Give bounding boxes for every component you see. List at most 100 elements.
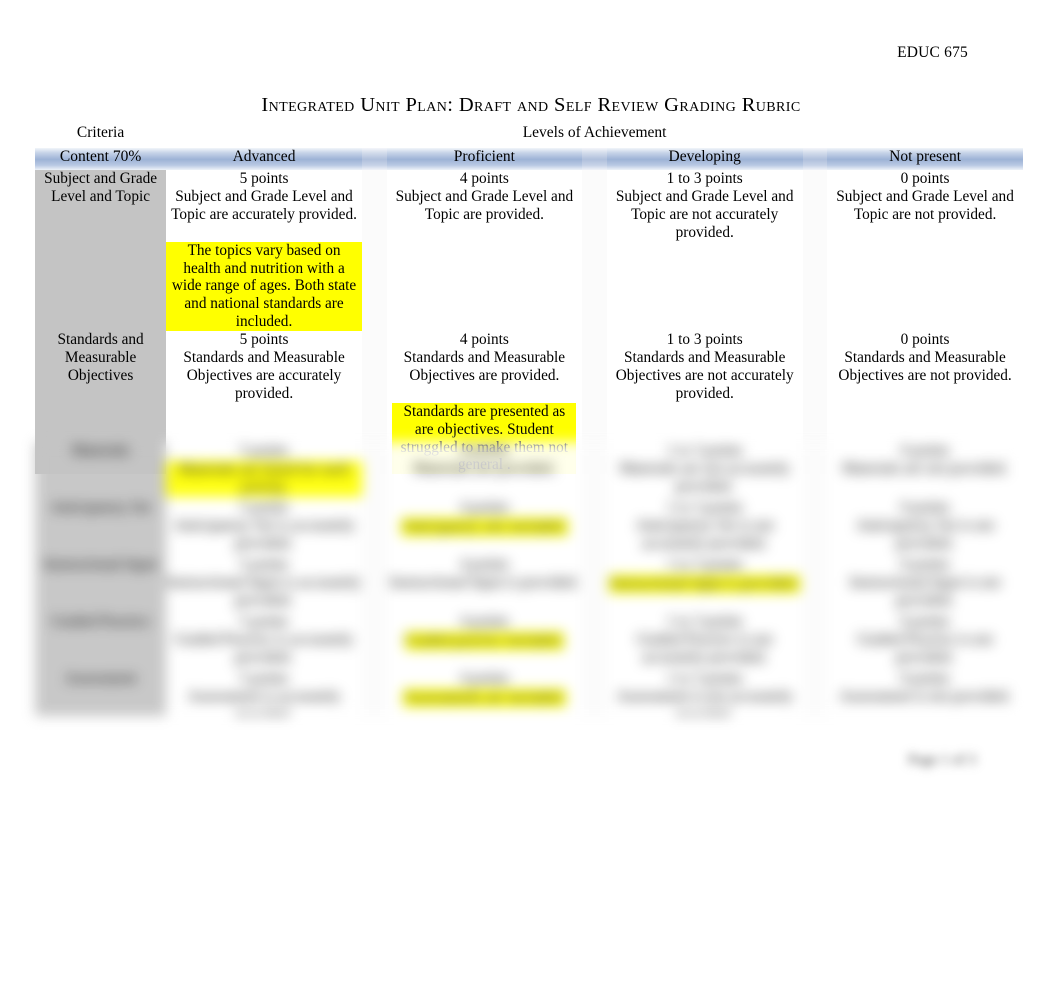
points-label: 4 points — [459, 331, 509, 349]
criterion-description: Instructional Input is provided. — [389, 573, 580, 591]
rubric-table: Criteria Levels of Achievement Content 7… — [35, 124, 1023, 475]
level-header-advanced: Advanced — [166, 148, 362, 170]
criterion-label: Instructional Input — [35, 556, 167, 613]
column-spacer — [802, 442, 828, 499]
points-label: 0 points — [900, 331, 950, 349]
points-label: 1 to 3 points — [666, 556, 743, 573]
points-label: 5 points — [239, 670, 289, 687]
column-spacer — [802, 556, 828, 613]
level-header-proficient: Proficient — [386, 148, 583, 170]
table-row-obscured: Anticipatory Set 5 points Anticipatory S… — [35, 499, 1023, 556]
column-spacer — [802, 670, 828, 716]
criterion-description: Standards and Measurable Objectives are … — [615, 349, 794, 402]
criterion-description: Materials are not provided. — [842, 459, 1008, 477]
rubric-cell-developing: 1 to 3 points Anticipatory Set is not ac… — [606, 499, 803, 556]
instructor-comment: Assessments are included. — [402, 688, 566, 707]
rubric-cell-developing: 1 to 3 points Assessment is not accurate… — [606, 670, 803, 716]
criterion-description: Instructional Input is accurately provid… — [166, 573, 362, 609]
column-spacer — [802, 613, 828, 670]
table-row-obscured: Materials 5 points Materials are listed … — [35, 442, 1023, 499]
rubric-cell-advanced: 5 points Subject and Grade Level and Top… — [166, 170, 362, 332]
column-spacer — [802, 499, 828, 556]
column-spacer — [361, 170, 387, 332]
points-label: 0 points — [900, 613, 950, 630]
achievement-band-row: Content 70% Advanced Proficient Developi… — [35, 148, 1023, 170]
rubric-cell-proficient: 4 points Subject and Grade Level and Top… — [386, 170, 583, 332]
rubric-cell-not-present: 0 points Subject and Grade Level and Top… — [827, 170, 1023, 332]
criterion-description: Materials are provided. — [413, 459, 556, 477]
rubric-cell-not-present: 0 points Materials are not provided. — [827, 442, 1023, 499]
points-label: 1 to 3 points — [666, 331, 743, 349]
table-row-obscured: Instructional Input 5 points Instruction… — [35, 556, 1023, 613]
column-spacer — [582, 442, 607, 499]
points-label: 0 points — [900, 442, 950, 459]
rubric-cell-developing: 1 to 3 points Materials are not accurate… — [606, 442, 803, 499]
criteria-header: Criteria — [35, 124, 167, 148]
rubric-cell-advanced: 5 points Instructional Input is accurate… — [166, 556, 362, 613]
criterion-description: Guided Practice is not accurately provid… — [636, 630, 773, 666]
criterion-label: Guided Practice — [35, 613, 167, 670]
points-label: 4 points — [459, 170, 509, 187]
criterion-label: Subject and Grade Level and Topic — [35, 170, 167, 332]
criterion-description: Assessment is not accurately provided. — [616, 687, 793, 716]
rubric-cell-proficient: 4 points Instructional Input is provided… — [386, 556, 583, 613]
points-label: 4 points — [459, 613, 509, 630]
points-label: 5 points — [239, 499, 289, 516]
rubric-cell-not-present: 0 points Instructional Input is not prov… — [827, 556, 1023, 613]
column-spacer — [361, 499, 387, 556]
rubric-cell-not-present: 0 points Anticipatory Set is not provide… — [827, 499, 1023, 556]
points-label: 4 points — [459, 670, 509, 687]
points-label: 1 to 3 points — [666, 170, 743, 187]
points-label: 0 points — [900, 556, 950, 573]
rubric-cell-advanced: 5 points Materials are listed for each a… — [166, 442, 362, 499]
rubric-cell-developing: 1 to 3 points Instructional input is pro… — [606, 556, 803, 613]
rubric-cell-not-present: 0 points Assessment is not provided. — [827, 670, 1023, 716]
points-label: 0 points — [900, 670, 950, 687]
table-header-row: Criteria Levels of Achievement — [35, 124, 1023, 148]
criterion-label: Materials — [35, 442, 167, 499]
level-header-not-present: Not present — [827, 148, 1023, 170]
column-spacer — [582, 170, 607, 332]
criterion-description: Anticipatory Set is not provided. — [856, 516, 995, 552]
points-label: 4 points — [459, 499, 509, 516]
criterion-description: Assessment is accurately provided. — [187, 687, 341, 716]
criterion-description: Subject and Grade Level and Topic are ac… — [171, 187, 357, 223]
criterion-description: Materials are not accurately provided. — [619, 459, 790, 495]
criterion-description: Subject and Grade Level and Topic are pr… — [395, 187, 574, 223]
points-label: 4 points — [459, 442, 509, 459]
column-spacer — [802, 170, 828, 332]
rubric-cell-proficient: 4 points Guided practice included. — [386, 613, 583, 670]
levels-of-achievement-header: Levels of Achievement — [166, 124, 1023, 148]
column-spacer — [582, 670, 607, 716]
criterion-description: Anticipatory Set is accurately provided. — [173, 516, 355, 552]
instructor-comment: Guided practice included. — [404, 631, 565, 650]
instructor-comment: The topics vary based on health and nutr… — [166, 241, 362, 332]
column-spacer — [361, 670, 387, 716]
content-weight-label: Content 70% — [35, 148, 167, 170]
points-label: 0 points — [900, 170, 950, 187]
rubric-cell-proficient: 4 points Anticipatory sets included. — [386, 499, 583, 556]
column-spacer — [582, 613, 607, 670]
rubric-cell-developing: 1 to 3 points Subject and Grade Level an… — [606, 170, 803, 332]
course-code: EDUC 675 — [897, 44, 968, 61]
band-spacer — [582, 148, 607, 170]
rubric-cell-not-present: 0 points Guided Practice is not provided… — [827, 613, 1023, 670]
obscured-table-region: Materials 5 points Materials are listed … — [35, 442, 1023, 716]
criterion-description: Anticipatory Set is not accurately provi… — [635, 516, 774, 552]
band-spacer — [802, 148, 828, 170]
points-label: 1 to 3 points — [666, 499, 743, 516]
level-header-developing: Developing — [606, 148, 803, 170]
instructor-comment: Materials are listed for each activity. — [166, 460, 362, 497]
points-label: 5 points — [239, 170, 289, 187]
rubric-cell-advanced: 5 points Guided Practice is accurately p… — [166, 613, 362, 670]
criterion-label: Anticipatory Set — [35, 499, 167, 556]
rubric-cell-advanced: 5 points Assessment is accurately provid… — [166, 670, 362, 716]
rubric-table-container: Criteria Levels of Achievement Content 7… — [35, 124, 1023, 475]
criterion-description: Subject and Grade Level and Topic are no… — [615, 187, 794, 241]
criterion-description: Standards and Measurable Objectives are … — [403, 349, 566, 384]
points-label: 1 to 3 points — [666, 613, 743, 630]
points-label: 5 points — [239, 556, 289, 573]
rubric-cell-proficient: 4 points Materials are provided. — [386, 442, 583, 499]
table-row: Subject and Grade Level and Topic 5 poin… — [35, 170, 1023, 332]
criterion-description: Standards and Measurable Objectives are … — [183, 349, 345, 402]
